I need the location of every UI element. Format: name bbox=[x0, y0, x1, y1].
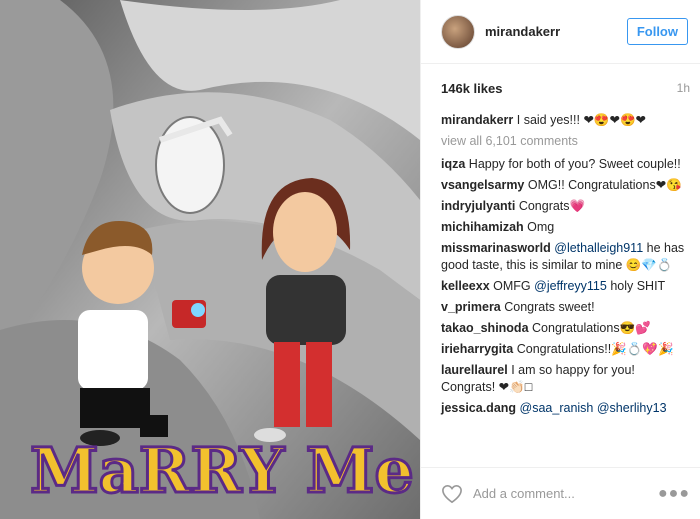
view-all-comments-link[interactable]: view all 6,101 comments bbox=[441, 133, 688, 150]
post-header: mirandakerr Follow bbox=[421, 0, 700, 64]
follow-button[interactable]: Follow bbox=[626, 18, 688, 45]
comment-item: iqza Happy for both of you? Sweet couple… bbox=[441, 156, 688, 173]
comment-item: takao_shinoda Congratulations😎💕 bbox=[441, 320, 688, 337]
post-photo[interactable]: MaRRY Me! bbox=[0, 0, 420, 519]
comment-text: Congrats sweet! bbox=[504, 300, 595, 314]
author-username[interactable]: mirandakerr bbox=[485, 24, 627, 39]
comment-mention[interactable]: @jeffreyy115 bbox=[534, 279, 607, 293]
comment-item: laurellaurel I am so happy for you! Cong… bbox=[441, 362, 688, 396]
comment-item: kelleexx OMFG @jeffreyy115 holy SHIT bbox=[441, 278, 688, 295]
comment-text: OMG!! Congratulations❤😘 bbox=[527, 178, 682, 192]
likes-count[interactable]: 146k likes bbox=[441, 81, 502, 96]
comment-mention[interactable]: @sherlihy13 bbox=[597, 401, 667, 415]
caption-text: I said yes!!! ❤😍❤😍❤ bbox=[516, 113, 646, 127]
comment-username[interactable]: indryjulyanti bbox=[441, 199, 515, 213]
comment-item: v_primera Congrats sweet! bbox=[441, 299, 688, 316]
avatar[interactable] bbox=[441, 14, 475, 49]
comment-text: Happy for both of you? Sweet couple!! bbox=[468, 157, 681, 171]
comment-text: holy SHIT bbox=[610, 279, 666, 293]
comment-footer: Add a comment... ●●● bbox=[421, 467, 700, 519]
post-time[interactable]: 1h bbox=[677, 81, 690, 95]
comment-username[interactable]: missmarinasworld bbox=[441, 241, 551, 255]
comment-username[interactable]: michihamizah bbox=[441, 220, 524, 234]
comment-username[interactable]: laurellaurel bbox=[441, 363, 508, 377]
comment-mention[interactable]: @saa_ranish bbox=[520, 401, 594, 415]
post-meta: 146k likes 1h bbox=[421, 64, 700, 112]
comment-username[interactable]: kelleexx bbox=[441, 279, 490, 293]
comment-text: Congratulations😎💕 bbox=[532, 321, 651, 335]
caption-username[interactable]: mirandakerr bbox=[441, 113, 513, 127]
comments-list: mirandakerr I said yes!!! ❤😍❤😍❤ view all… bbox=[421, 112, 700, 467]
comment-item: indryjulyanti Congrats💗 bbox=[441, 198, 688, 215]
comment-item: irieharrygita Congratulations!!🎉💍💖🎉 bbox=[441, 341, 688, 358]
comment-username[interactable]: jessica.dang bbox=[441, 401, 516, 415]
caption: mirandakerr I said yes!!! ❤😍❤😍❤ bbox=[441, 112, 688, 129]
comment-username[interactable]: vsangelsarmy bbox=[441, 178, 524, 192]
comment-mention[interactable]: @lethalleigh911 bbox=[554, 241, 643, 255]
comment-username[interactable]: takao_shinoda bbox=[441, 321, 529, 335]
add-comment-input[interactable]: Add a comment... bbox=[473, 486, 658, 501]
comment-username[interactable]: irieharrygita bbox=[441, 342, 513, 356]
comment-text-pre: OMFG bbox=[493, 279, 531, 293]
comment-username[interactable]: iqza bbox=[441, 157, 465, 171]
ellipsis-icon[interactable]: ●●● bbox=[658, 485, 690, 503]
post-container: MaRRY Me! mirandakerr Follow 146k likes … bbox=[0, 0, 700, 519]
comment-text: Congrats💗 bbox=[518, 199, 586, 213]
comment-item: vsangelsarmy OMG!! Congratulations❤😘 bbox=[441, 177, 688, 194]
comment-text: Congratulations!!🎉💍💖🎉 bbox=[516, 342, 674, 356]
comment-item: missmarinasworld @lethalleigh911 he has … bbox=[441, 240, 688, 274]
comment-item: michihamizah Omg bbox=[441, 219, 688, 236]
comment-item: jessica.dang @saa_ranish @sherlihy13 bbox=[441, 400, 688, 417]
heart-outline-icon[interactable] bbox=[441, 484, 463, 504]
post-sidebar: mirandakerr Follow 146k likes 1h miranda… bbox=[420, 0, 700, 519]
marry-me-banner: MaRRY Me! bbox=[30, 434, 420, 507]
comment-username[interactable]: v_primera bbox=[441, 300, 501, 314]
photo-illustration: MaRRY Me! bbox=[0, 0, 420, 519]
comment-text: Omg bbox=[527, 220, 555, 234]
